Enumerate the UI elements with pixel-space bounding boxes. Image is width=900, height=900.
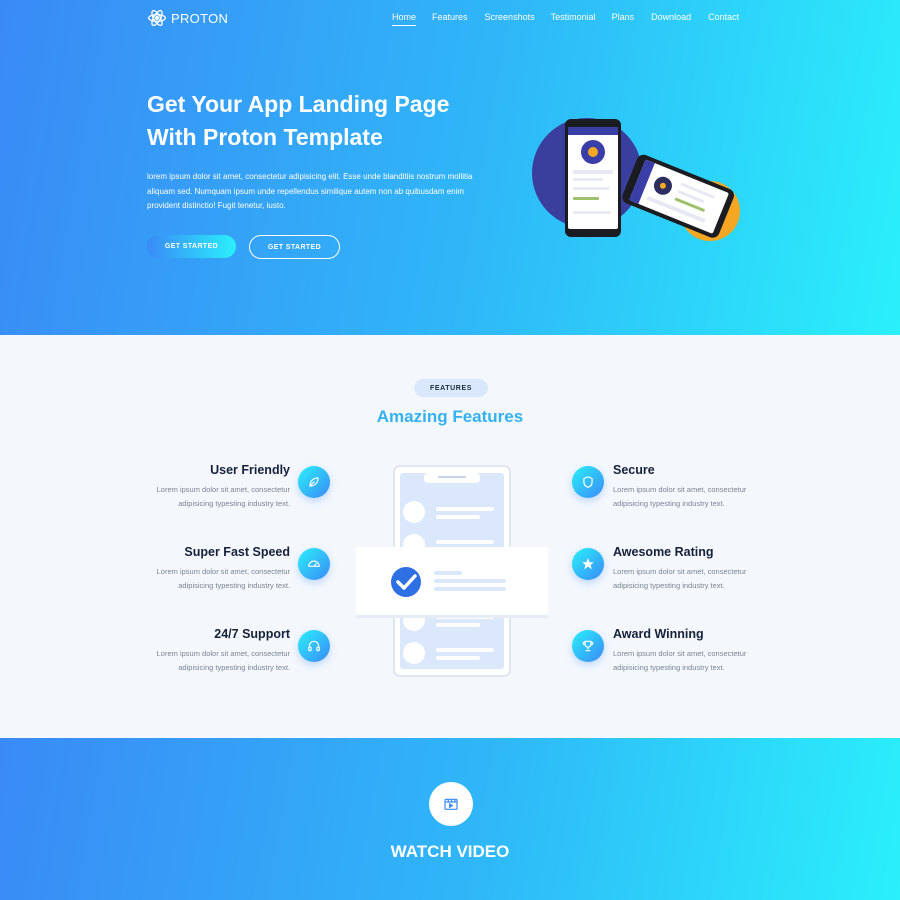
feature-super-fast-speed: Super Fast Speed Lorem ipsum dolor sit a…	[90, 545, 290, 593]
video-play-icon	[444, 798, 458, 810]
speedometer-icon	[298, 548, 330, 580]
brand-logo[interactable]: PROTON	[147, 8, 228, 28]
feature-text-line: Lorem ipsum dolor sit amet, consectetur	[156, 649, 290, 658]
get-started-button[interactable]: GET STARTED	[147, 235, 236, 258]
feature-text-line: adipisicing typesting industry text.	[178, 499, 290, 508]
feature-text-line: adipisicing typesting industry text.	[613, 581, 725, 590]
trophy-icon	[572, 630, 604, 662]
feature-title: 24/7 Support	[214, 627, 290, 641]
feature-user-friendly: User Friendly Lorem ipsum dolor sit amet…	[90, 463, 290, 511]
features-pill: FEATURES	[414, 379, 488, 397]
feature-title: Awesome Rating	[613, 545, 714, 559]
feature-text: Lorem ipsum dolor sit amet, consectetur …	[90, 565, 290, 593]
video-play-button[interactable]	[429, 782, 473, 826]
video-section: WATCH VIDEO	[0, 738, 900, 900]
atom-icon	[148, 9, 166, 27]
features-section: FEATURES Amazing Features User Friendly …	[0, 335, 900, 738]
nav-download[interactable]: Download	[651, 12, 691, 26]
feature-text: Lorem ipsum dolor sit amet, consectetur …	[613, 565, 813, 593]
feature-secure: Secure Lorem ipsum dolor sit amet, conse…	[613, 463, 813, 511]
star-icon	[572, 548, 604, 580]
feature-title: Secure	[613, 463, 655, 477]
hero-title-line2: With Proton Template	[147, 124, 383, 150]
feature-text-line: adipisicing typesting industry text.	[613, 663, 725, 672]
feature-text: Lorem ipsum dolor sit amet, consectetur …	[90, 647, 290, 675]
nav-plans[interactable]: Plans	[612, 12, 635, 26]
nav-features[interactable]: Features	[432, 12, 468, 26]
hero-phones-illustration	[532, 118, 740, 241]
nav-screenshots[interactable]: Screenshots	[485, 12, 535, 26]
feature-text-line: Lorem ipsum dolor sit amet, consectetur	[613, 567, 747, 576]
feature-awesome-rating: Awesome Rating Lorem ipsum dolor sit ame…	[613, 545, 813, 593]
feature-text: Lorem ipsum dolor sit amet, consectetur …	[613, 647, 813, 675]
feature-text-line: Lorem ipsum dolor sit amet, consectetur	[613, 649, 747, 658]
features-title: Amazing Features	[376, 407, 524, 426]
feature-text: Lorem ipsum dolor sit amet, consectetur …	[613, 483, 813, 511]
nav-contact[interactable]: Contact	[708, 12, 739, 26]
headset-icon	[298, 630, 330, 662]
feature-title: Super Fast Speed	[184, 545, 290, 559]
feature-text-line: adipisicing typesting industry text.	[178, 581, 290, 590]
feature-text: Lorem ipsum dolor sit amet, consectetur …	[90, 483, 290, 511]
nav-home[interactable]: Home	[392, 12, 417, 26]
feature-support: 24/7 Support Lorem ipsum dolor sit amet,…	[90, 627, 290, 675]
feature-award-winning: Award Winning Lorem ipsum dolor sit amet…	[613, 627, 813, 675]
get-started-outline-button[interactable]: GET STARTED	[249, 235, 340, 259]
phone-checklist-illustration	[356, 465, 548, 677]
brand-name: PROTON	[171, 10, 229, 26]
feature-title: User Friendly	[210, 463, 290, 477]
hero-title-line1: Get Your App Landing Page	[147, 91, 450, 117]
hero-section: PROTON Home Features Screenshots Testimo…	[0, 0, 900, 335]
feature-text-line: adipisicing typesting industry text.	[613, 499, 725, 508]
nav-testimonial[interactable]: Testimonial	[551, 12, 596, 26]
feature-text-line: Lorem ipsum dolor sit amet, consectetur	[156, 567, 290, 576]
feature-text-line: adipisicing typesting industry text.	[178, 663, 290, 672]
feature-text-line: Lorem ipsum dolor sit amet, consectetur	[613, 485, 747, 494]
watch-video-title: WATCH VIDEO	[390, 842, 510, 861]
main-nav: Home Features Screenshots Testimonial Pl…	[392, 12, 739, 26]
hero-title: Get Your App Landing Page With Proton Te…	[147, 88, 527, 154]
feature-title: Award Winning	[613, 627, 704, 641]
feature-text-line: Lorem ipsum dolor sit amet, consectetur	[156, 485, 290, 494]
leaf-icon	[298, 466, 330, 498]
shield-icon	[572, 466, 604, 498]
hero-description: lorem ipsum dolor sit amet, consectetur …	[147, 172, 473, 210]
